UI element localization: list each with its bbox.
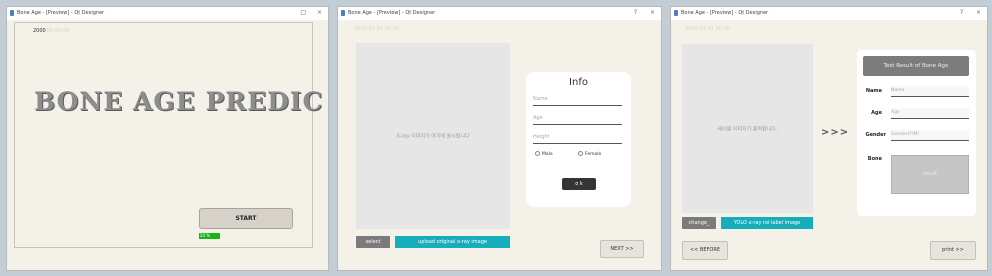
result-card: Test Result of Bone Age Name Name Age Ag… [857,50,976,216]
name-input[interactable]: Name [533,96,622,106]
xray-image-area: X-ray 이미지가 여기에 표시됩니다 [356,43,510,229]
progress-bar: 24 % [199,233,220,239]
change-button[interactable]: change_ [682,217,716,229]
name-field[interactable]: Name [891,86,969,97]
close-button[interactable]: × [976,9,981,16]
year-label: 2000 [33,28,46,34]
app-icon [10,10,14,16]
radio-circle-icon [578,151,583,156]
age-field[interactable]: Age [891,108,969,119]
name-label: Name [865,88,882,94]
help-button[interactable]: ? [634,9,637,16]
before-button[interactable]: << BEFORE [682,241,728,260]
result-header: Test Result of Bone Age [863,56,969,76]
info-card: Info Name Age Height Male Female o k [526,72,631,207]
female-radio[interactable]: Female [578,151,601,157]
bone-label: Bone [867,156,882,162]
title-bar: Bone Age - [Preview] - Qt Designer ? × [671,7,987,20]
title-bar: Bone Age - [Preview] - Qt Designer ? × [338,7,661,20]
image-placeholder-text: X-ray 이미지가 여기에 표시됩니다 [396,133,470,140]
arrow-indicator: >>> [821,127,850,138]
age-input[interactable]: Age [533,115,622,125]
close-button[interactable]: × [317,9,322,16]
title-bar: Bone Age - [Preview] - Qt Designer □ × [7,7,328,20]
timestamp: 2000-01-01 00:00 [354,26,400,32]
timestamp: 2000-01-01 00:00 [685,26,731,32]
select-button[interactable]: select [356,236,390,248]
info-title: Info [569,77,588,88]
app-title: BONE AGE PREDIC [34,87,324,116]
app-icon [674,10,678,16]
maximize-button[interactable]: □ [300,9,306,16]
yolo-label-button[interactable]: YOLO x-ray roi label image [721,217,813,229]
male-radio[interactable]: Male [535,151,553,157]
ok-button[interactable]: o k [562,178,596,190]
image-placeholder-text: 레이블 이미지가 출력됩니다. [717,126,778,132]
close-button[interactable]: × [650,9,655,16]
male-label: Male [542,152,553,157]
time-label-faint: 00:00:00 [47,28,70,34]
upload-button[interactable]: upload original x-ray image [395,236,510,248]
window-title: Bone Age - [Preview] - Qt Designer [681,10,769,16]
help-button[interactable]: ? [960,9,963,16]
window-start: Bone Age - [Preview] - Qt Designer □ × 2… [6,6,329,271]
bone-result-box: result [891,155,969,194]
window-result: Bone Age - [Preview] - Qt Designer ? × 2… [670,6,988,271]
height-input[interactable]: Height [533,134,622,144]
next-button[interactable]: NEXT >> [600,240,644,258]
female-label: Female [585,152,602,157]
app-icon [341,10,345,16]
start-button[interactable]: START [199,208,293,229]
window-input: Bone Age - [Preview] - Qt Designer ? × 2… [337,6,662,271]
print-button[interactable]: print >> [930,241,976,260]
label-image-area: 레이블 이미지가 출력됩니다. [682,44,813,213]
window-title: Bone Age - [Preview] - Qt Designer [348,10,436,16]
age-label: Age [871,110,882,116]
window-title: Bone Age - [Preview] - Qt Designer [17,10,105,16]
gender-field[interactable]: Gender(F/M) [891,130,969,141]
gender-label: Gender [865,132,887,138]
progress-label: 24 % [200,233,211,238]
radio-circle-icon [535,151,540,156]
